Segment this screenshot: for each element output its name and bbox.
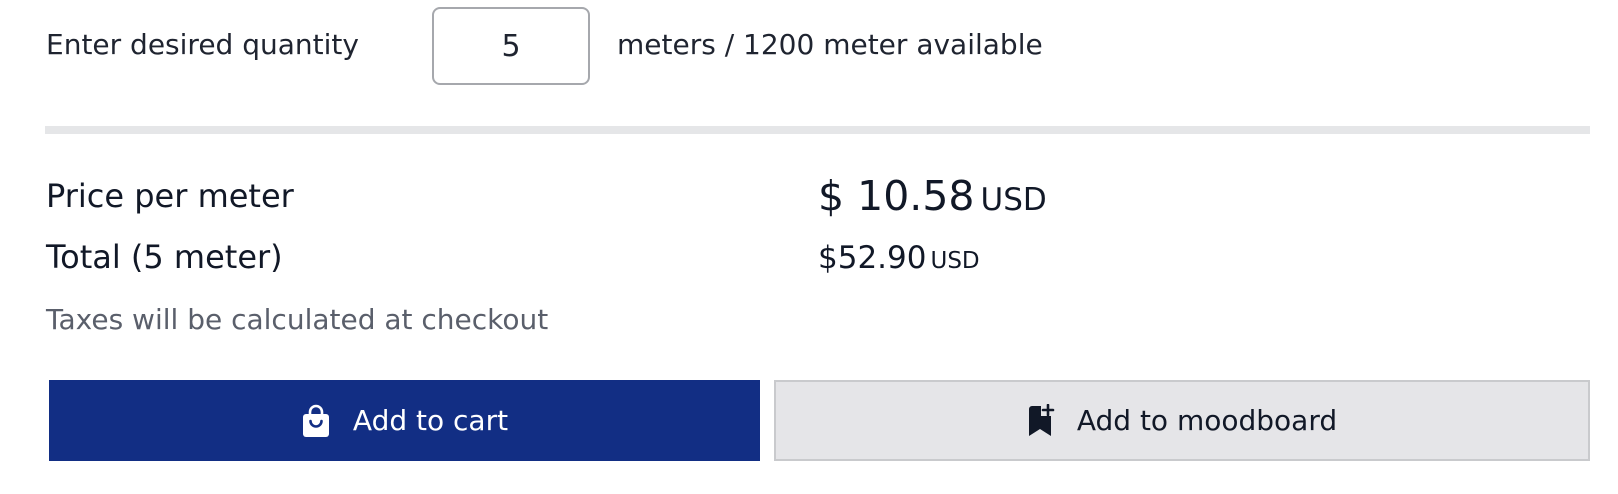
tax-note: Taxes will be calculated at checkout	[46, 303, 549, 336]
total-price: $52.90 USD	[818, 240, 980, 276]
price-label: Price per meter	[46, 177, 294, 215]
section-divider	[45, 126, 1590, 134]
add-to-moodboard-button[interactable]: Add to moodboard	[774, 380, 1590, 461]
product-purchase-panel: Enter desired quantity meters / 1200 met…	[0, 0, 1618, 494]
total-label: Total (5 meter)	[46, 238, 283, 276]
quantity-availability: meters / 1200 meter available	[617, 28, 1043, 61]
quantity-input[interactable]	[432, 7, 590, 85]
total-amount: $52.90	[818, 240, 927, 276]
quantity-label: Enter desired quantity	[46, 28, 359, 61]
add-to-cart-label: Add to cart	[352, 404, 509, 437]
price-currency: USD	[980, 182, 1047, 218]
bookmark-plus-icon	[1027, 403, 1055, 438]
price-amount: $ 10.58	[818, 172, 975, 220]
shopping-bag-icon	[301, 404, 331, 438]
add-to-moodboard-label: Add to moodboard	[1076, 404, 1338, 437]
total-currency: USD	[930, 248, 980, 274]
price-per-meter: $ 10.58 USD	[818, 172, 1047, 220]
add-to-cart-button[interactable]: Add to cart	[49, 380, 760, 461]
